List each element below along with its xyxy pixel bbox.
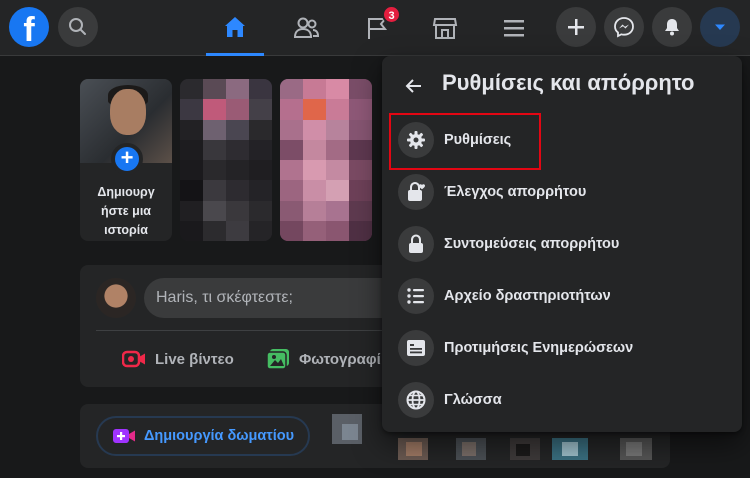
video-plus-icon — [113, 429, 135, 443]
menu-item-privacy-checkup[interactable]: Έλεγχος απορρήτου — [390, 166, 734, 218]
globe-icon — [398, 382, 434, 418]
messenger-icon — [614, 17, 634, 38]
tab-friends[interactable] — [277, 0, 335, 56]
tab-home[interactable] — [206, 0, 264, 56]
create-story-label: Δημιουργ ήστε μια ιστορία — [97, 185, 155, 237]
marketplace-icon — [432, 18, 458, 39]
create-button[interactable] — [556, 7, 596, 47]
story-card[interactable] — [180, 79, 272, 241]
plus-icon — [568, 19, 584, 35]
account-button[interactable] — [700, 7, 740, 47]
menu-item-label: Γλώσσα — [444, 392, 502, 408]
arrow-left-icon — [405, 79, 421, 93]
list-icon — [398, 278, 434, 314]
blurred-story-image — [280, 79, 372, 241]
search-button[interactable] — [58, 7, 98, 47]
live-video-button[interactable]: Live βίντεο — [122, 345, 234, 373]
avatar[interactable] — [96, 278, 136, 318]
messenger-button[interactable] — [604, 7, 644, 47]
tab-pages[interactable]: 3 — [348, 0, 406, 56]
back-button[interactable] — [398, 70, 430, 102]
menu-item-activity-log[interactable]: Αρχείο δραστηριοτήτων — [390, 270, 734, 322]
notifications-button[interactable] — [652, 7, 692, 47]
menu-item-label: Συντομεύσεις απορρήτου — [444, 236, 620, 252]
facebook-logo-icon[interactable]: f — [9, 7, 49, 47]
menu-item-privacy-shortcuts[interactable]: Συντομεύσεις απορρήτου — [390, 218, 734, 270]
live-video-icon — [122, 350, 145, 368]
search-icon — [69, 18, 86, 35]
settings-highlight-box — [389, 113, 541, 170]
lock-heart-icon — [398, 174, 434, 210]
live-video-label: Live βίντεο — [155, 350, 234, 368]
menu-item-label: Έλεγχος απορρήτου — [444, 184, 587, 200]
friends-icon — [293, 17, 320, 38]
photo-icon — [266, 349, 289, 370]
top-navigation-bar: f 3 — [0, 0, 750, 56]
photo-video-button[interactable]: Φωτογραφί — [266, 345, 381, 373]
create-room-label: Δημιουργία δωματίου — [144, 428, 295, 444]
blurred-story-image — [180, 79, 272, 241]
menu-item-language[interactable]: Γλώσσα — [390, 374, 734, 426]
news-feed-icon — [398, 330, 434, 366]
lock-icon — [398, 226, 434, 262]
menu-item-news-feed-preferences[interactable]: Προτιμήσεις Ενημερώσεων — [390, 322, 734, 374]
menu-icon — [504, 20, 524, 37]
caret-down-icon — [715, 24, 725, 30]
home-icon — [225, 16, 245, 37]
bell-icon — [665, 19, 679, 36]
tab-marketplace[interactable] — [416, 0, 474, 56]
menu-item-label: Αρχείο δραστηριοτήτων — [444, 288, 611, 304]
story-card[interactable] — [280, 79, 372, 241]
create-room-button[interactable]: Δημιουργία δωματίου — [96, 416, 310, 456]
menu-item-label: Προτιμήσεις Ενημερώσεων — [444, 340, 634, 356]
menu-title: Ρυθμίσεις και απόρρητο — [442, 70, 695, 95]
tab-menu[interactable] — [485, 0, 543, 56]
photo-video-label: Φωτογραφί — [299, 350, 381, 368]
add-story-plus-icon[interactable]: + — [111, 143, 143, 175]
notification-badge: 3 — [382, 5, 401, 24]
